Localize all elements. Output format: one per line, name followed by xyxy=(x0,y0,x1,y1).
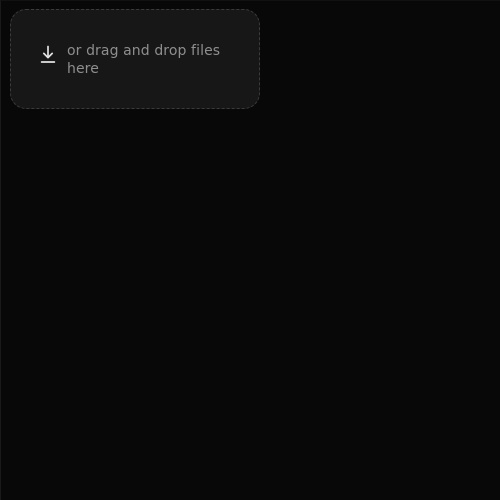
drop-zone-label: or drag and drop files here xyxy=(67,43,221,77)
file-drop-zone[interactable]: or drag and drop files here xyxy=(10,9,260,109)
page-background: or drag and drop files here xyxy=(0,0,500,500)
download-icon xyxy=(38,44,58,64)
